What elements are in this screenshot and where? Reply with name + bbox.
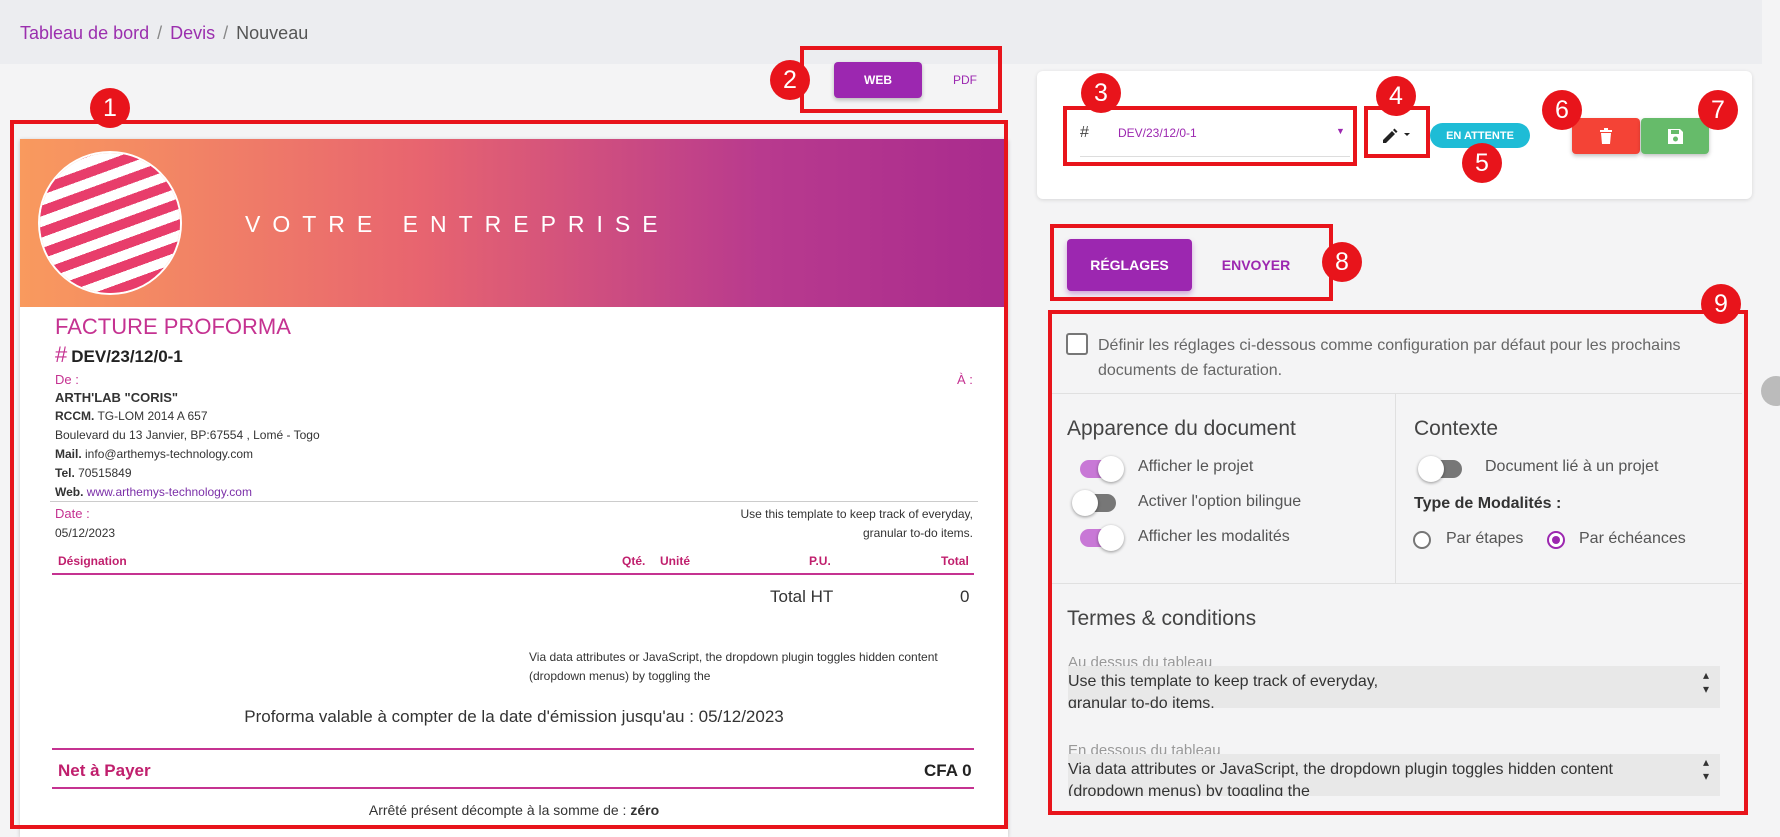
annotation-badge-6: 6 <box>1542 90 1582 130</box>
annotation-badge-9: 9 <box>1701 284 1741 324</box>
breadcrumb-current: Nouveau <box>236 23 309 43</box>
breadcrumb-separator: / <box>157 23 163 43</box>
save-icon <box>1667 128 1683 144</box>
breadcrumb-separator: / <box>223 23 229 43</box>
trash-icon <box>1600 128 1612 144</box>
delete-button[interactable] <box>1572 118 1640 154</box>
annotation-badge-3: 3 <box>1081 73 1121 113</box>
save-button[interactable] <box>1641 118 1709 154</box>
annotation-badge-4: 4 <box>1376 76 1416 116</box>
annotation-box-8 <box>1050 224 1333 301</box>
breadcrumb: Tableau de bord / Devis / Nouveau <box>20 23 308 44</box>
annotation-box-2 <box>800 46 1002 113</box>
annotation-badge-7: 7 <box>1698 90 1738 130</box>
annotation-box-3 <box>1063 106 1357 166</box>
annotation-badge-5: 5 <box>1462 143 1502 183</box>
annotation-badge-8: 8 <box>1322 242 1362 282</box>
annotation-box-9 <box>1048 310 1748 815</box>
annotation-badge-1: 1 <box>90 88 130 128</box>
help-icon[interactable] <box>1761 376 1780 406</box>
breadcrumb-quotes-link[interactable]: Devis <box>170 23 215 43</box>
annotation-badge-2: 2 <box>770 60 810 100</box>
annotation-box-1 <box>10 120 1008 829</box>
breadcrumb-dashboard-link[interactable]: Tableau de bord <box>20 23 149 43</box>
